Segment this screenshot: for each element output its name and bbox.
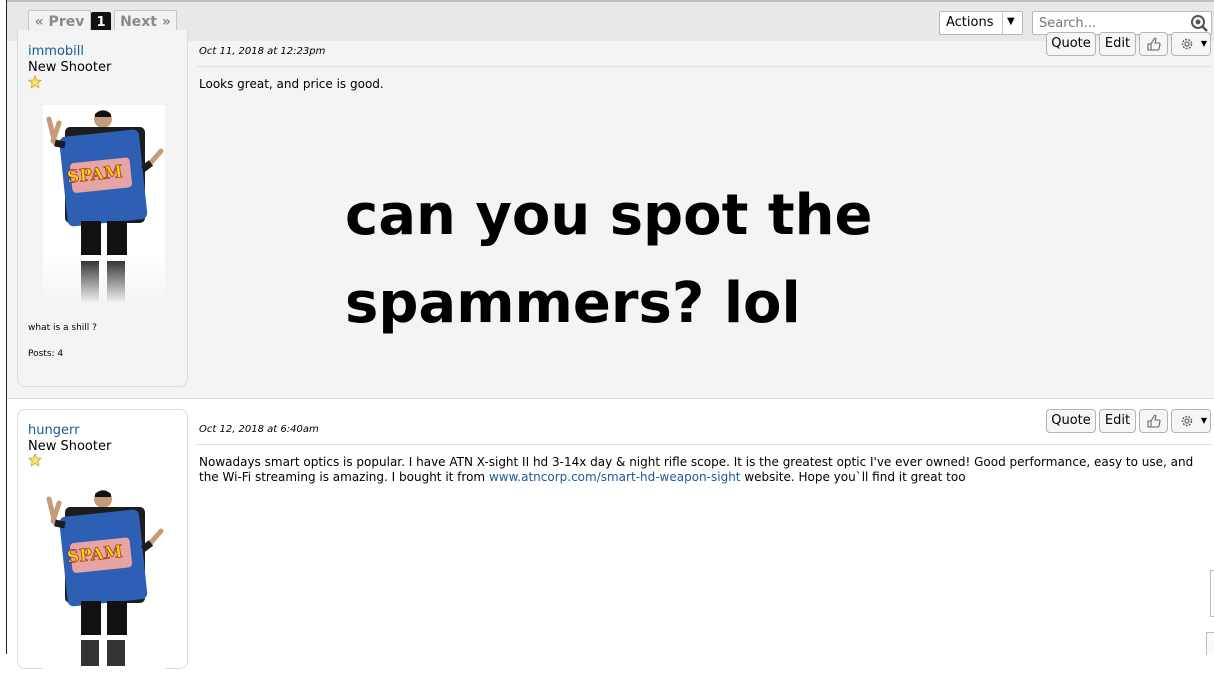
overlay-caption: can you spot the spammers? lol [345, 172, 1045, 348]
overlay-caption-line-2: spammers? lol [345, 271, 801, 336]
thumbs-up-icon [1146, 414, 1161, 428]
star-icon [28, 453, 42, 467]
avatar-reflection [43, 636, 165, 684]
like-button[interactable] [1139, 409, 1168, 433]
post-body: Nowadays smart optics is popular. I have… [199, 455, 1204, 485]
post-header-rule [197, 444, 1211, 445]
post-count: Posts: 4 [28, 349, 64, 359]
user-rank: New Shooter [28, 439, 112, 454]
chevron-down-icon[interactable]: ▼ [1007, 16, 1015, 27]
post-divider [7, 398, 1214, 399]
avatar: SPAM [43, 485, 165, 635]
quote-button[interactable]: Quote [1046, 32, 1096, 56]
post-options-button[interactable]: ▼ [1171, 409, 1211, 433]
resize-corner [1206, 632, 1214, 655]
quote-button[interactable]: Quote [1046, 409, 1096, 433]
post-header-rule [197, 66, 1211, 67]
like-button[interactable] [1139, 32, 1168, 56]
actions-label: Actions [946, 15, 994, 30]
chevron-down-icon: ▼ [1200, 416, 1207, 425]
post-options-button[interactable]: ▼ [1171, 32, 1211, 56]
user-rank: New Shooter [28, 60, 112, 75]
thumbs-up-icon [1146, 37, 1161, 51]
chevron-down-icon: ▼ [1200, 39, 1207, 48]
gear-icon [1181, 415, 1193, 427]
actions-dropdown[interactable]: Actions ▼ [939, 11, 1023, 35]
post-body-text-end: website. Hope you`ll find it great too [744, 470, 966, 484]
post-body: Looks great, and price is good. [199, 77, 384, 91]
search-icon[interactable] [1189, 13, 1209, 33]
avatar: SPAM [43, 105, 165, 255]
user-card-immobill: immobill New Shooter SPAM what is a shil… [17, 30, 188, 387]
user-card-hungerr: hungerr New Shooter SPAM [17, 409, 188, 684]
scroll-to-top-tab[interactable] [1210, 570, 1214, 617]
spam-link[interactable]: www.atncorp.com/smart-hd-weapon-sight [489, 470, 741, 484]
top-toolbar: « Prev 1 Next » Actions ▼ [7, 0, 1214, 41]
post-date: Oct 11, 2018 at 12:23pm [199, 46, 326, 57]
edit-button[interactable]: Edit [1099, 409, 1136, 433]
avatar-reflection [43, 255, 165, 303]
username-link[interactable]: immobill [28, 44, 84, 59]
username-link[interactable]: hungerr [28, 423, 79, 438]
star-icon [28, 75, 42, 89]
edit-button[interactable]: Edit [1099, 32, 1136, 56]
post-date: Oct 12, 2018 at 6:40am [199, 424, 319, 435]
overlay-caption-line-1: can you spot the [345, 183, 873, 248]
actions-separator [1002, 12, 1003, 34]
gear-icon [1181, 38, 1193, 50]
user-signature: what is a shill ? [28, 323, 97, 333]
